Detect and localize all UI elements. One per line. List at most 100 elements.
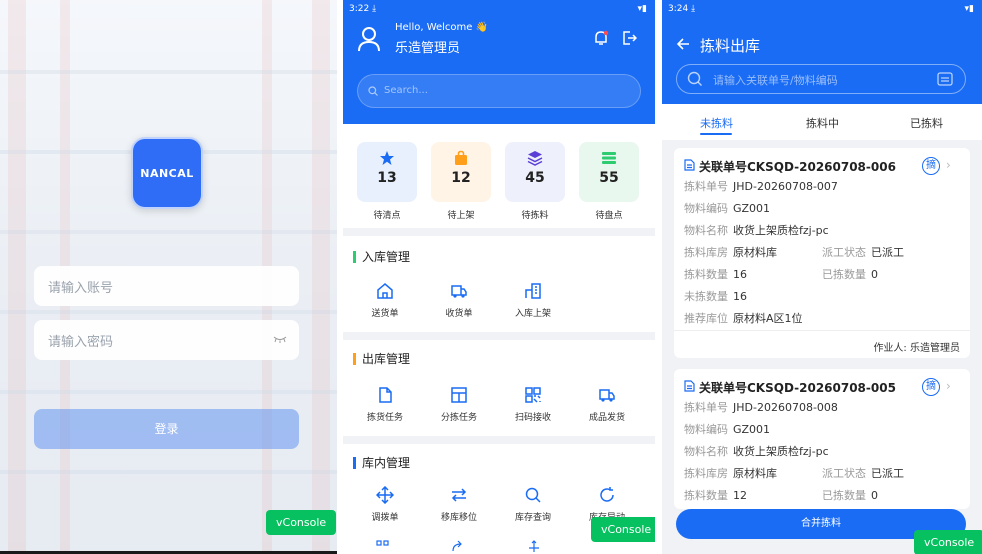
tab-picking[interactable]: 拣料中 — [806, 115, 839, 131]
search-placeholder: Search... — [384, 85, 428, 96]
row-material-name: 物料名称 收货上架质检fzj-pc — [684, 445, 829, 458]
section-title: 出库管理 — [353, 353, 410, 365]
stat-label: 待盘点 — [595, 211, 623, 221]
move-icon — [529, 540, 539, 552]
row-quantity: 拣料数量 16 — [684, 268, 747, 281]
scan-icon[interactable] — [937, 72, 953, 86]
username-text: 乐造管理员 — [395, 41, 461, 56]
logout-icon[interactable] — [621, 30, 637, 46]
truck-icon — [599, 389, 615, 402]
app-logo: NANCAL — [131, 137, 203, 209]
picking-screen: 3:24 ⤓ ▾▮ 拣料出库 请输入关联单号/物料编码 未拣料 拣料中 已拣料 … — [662, 0, 982, 554]
signal-battery-icon: ▾▮ — [964, 4, 974, 14]
picking-card[interactable]: 关联单号CKSQD-20260708-006 摘 › 拣料单号 JHD-20260… — [674, 148, 970, 358]
document-icon — [684, 159, 695, 171]
status-tabs: 未拣料 拣料中 已拣料 — [662, 104, 982, 140]
back-arrow-icon[interactable] — [676, 37, 690, 51]
document-icon — [684, 380, 695, 392]
chevron-right-icon: › — [946, 158, 951, 172]
inbound-section: 入库管理 送货单 收货单 入库上架 — [343, 236, 655, 332]
password-input[interactable]: 请输入密码 — [34, 320, 299, 360]
building-icon — [525, 283, 541, 299]
menu-sorting-task[interactable]: 分拣任务 — [429, 386, 489, 423]
vconsole-button[interactable]: vConsole — [591, 517, 655, 542]
tab-unpicked[interactable]: 未拣料 — [700, 115, 733, 131]
vconsole-button[interactable]: vConsole — [914, 530, 982, 554]
row-quantity: 拣料数量 12 — [684, 489, 747, 502]
row-material-name: 物料名称 收货上架质检fzj-pc — [684, 224, 829, 237]
chevron-right-icon: › — [946, 379, 951, 393]
stat-value: 13 — [377, 170, 397, 186]
menu-product-shipping[interactable]: 成品发货 — [577, 386, 637, 423]
row-warehouse: 拣料库房 原材料库 — [684, 246, 777, 259]
stat-label: 待拣料 — [521, 211, 549, 221]
row-pick-no: 拣料单号 JHD-20260708-008 — [684, 401, 838, 414]
section-title: 入库管理 — [353, 251, 410, 263]
stat-card-to-pick[interactable]: 45 — [505, 142, 565, 202]
stat-value: 55 — [599, 170, 619, 186]
search-icon — [368, 86, 378, 96]
account-input[interactable]: 请输入账号 — [34, 266, 299, 306]
tab-picked[interactable]: 已拣料 — [910, 115, 943, 131]
menu-delivery-note[interactable]: 送货单 — [355, 282, 415, 319]
stats-panel: 13 待清点 12 待上架 45 待拣料 55 待盘点 — [343, 124, 655, 228]
vconsole-button[interactable]: vConsole — [266, 510, 337, 535]
menu-transfer-order[interactable]: 调拨单 — [355, 486, 415, 523]
pick-badge[interactable]: 摘 — [922, 157, 940, 175]
menu-relocation[interactable]: 移库移位 — [429, 486, 489, 523]
row-location: 推荐库位 原材料A区1位 — [684, 312, 803, 325]
stat-card-to-count[interactable]: 13 — [357, 142, 417, 202]
row-picked-qty: 已拣数量 0 — [822, 489, 878, 502]
user-avatar-icon[interactable] — [357, 26, 381, 52]
login-screen: NANCAL 请输入账号 请输入密码 登录 vConsole — [0, 0, 337, 554]
stat-card-to-inventory[interactable]: 55 — [579, 142, 639, 202]
menu-scan-receive[interactable]: 扫码接收 — [503, 386, 563, 423]
bag-icon — [455, 150, 467, 165]
stat-label: 待清点 — [373, 211, 401, 221]
login-button[interactable]: 登录 — [34, 409, 299, 449]
home-screen: 3:22 ⤓ ▾▮ Hello, Welcome 👋 乐造管理员 Search.… — [343, 0, 655, 554]
stat-label: 待上架 — [447, 211, 475, 221]
eye-closed-icon[interactable] — [273, 335, 287, 343]
home-icon — [377, 283, 393, 299]
row-unpicked-qty: 未拣数量 16 — [684, 290, 747, 303]
menu-picking-task[interactable]: 拣货任务 — [355, 386, 415, 423]
grid-icon — [376, 540, 389, 546]
greeting-text: Hello, Welcome 👋 — [395, 22, 489, 33]
card-ref-no: 关联单号CKSQD-20260708-006 — [684, 158, 896, 175]
card-ref-no: 关联单号CKSQD-20260708-005 — [684, 379, 896, 396]
row-picked-qty: 已拣数量 0 — [822, 268, 878, 281]
row-dispatch-status: 派工状态 已派工 — [822, 246, 904, 259]
star-icon — [380, 151, 394, 165]
picking-header: 3:24 ⤓ ▾▮ 拣料出库 请输入关联单号/物料编码 — [662, 0, 982, 104]
list-icon — [602, 152, 616, 164]
section-title: 库内管理 — [353, 457, 410, 469]
move-icon — [376, 486, 394, 504]
truck-icon — [451, 285, 467, 298]
row-warehouse: 拣料库房 原材料库 — [684, 467, 777, 480]
home-search-input[interactable]: Search... — [357, 74, 641, 108]
layers-icon — [527, 151, 543, 166]
menu-receipt-note[interactable]: 收货单 — [429, 282, 489, 319]
row-material-code: 物料编码 GZ001 — [684, 423, 771, 436]
operator-text: 作业人: 乐造管理员 — [873, 343, 960, 354]
grid-icon — [451, 387, 467, 403]
refresh-icon — [600, 487, 614, 502]
notification-bell-icon[interactable] — [593, 30, 609, 46]
pick-badge[interactable]: 摘 — [922, 378, 940, 396]
stat-card-to-shelve[interactable]: 12 — [431, 142, 491, 202]
picking-search-input[interactable]: 请输入关联单号/物料编码 — [676, 64, 966, 94]
swap-icon — [451, 488, 467, 502]
menu-putaway[interactable]: 入库上架 — [503, 282, 563, 319]
menu-stock-query[interactable]: 库存查询 — [503, 486, 563, 523]
signal-battery-icon: ▾▮ — [637, 4, 647, 14]
outbound-section: 出库管理 拣货任务 分拣任务 扫码接收 成品发货 — [343, 340, 655, 436]
row-pick-no: 拣料单号 JHD-20260708-007 — [684, 180, 838, 193]
status-time: 3:24 ⤓ — [668, 4, 696, 14]
file-icon — [379, 387, 392, 403]
status-time: 3:22 ⤓ — [349, 4, 377, 14]
page-title: 拣料出库 — [700, 37, 761, 55]
picking-card[interactable]: 关联单号CKSQD-20260708-005 摘 › 拣料单号 JHD-20260… — [674, 369, 970, 509]
row-material-code: 物料编码 GZ001 — [684, 202, 771, 215]
search-icon — [525, 487, 541, 503]
